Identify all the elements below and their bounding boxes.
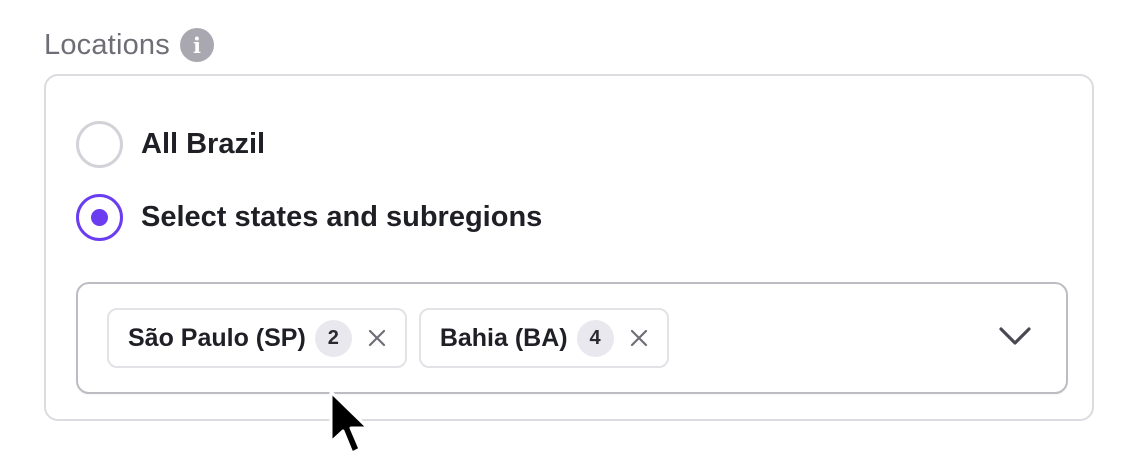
chevron-down-icon[interactable]	[998, 324, 1032, 348]
radio-option-all-brazil[interactable]: All Brazil	[76, 121, 265, 168]
chip-count-badge: 4	[576, 319, 614, 357]
selected-chips: São Paulo (SP) 2 Bahia (BA) 4	[107, 308, 669, 368]
radio-button[interactable]	[76, 121, 123, 168]
chip-label: Bahia (BA)	[439, 323, 568, 352]
radio-button-selected[interactable]	[76, 194, 123, 241]
radio-label: Select states and subregions	[141, 201, 543, 233]
info-icon[interactable]: i	[179, 28, 214, 62]
close-icon[interactable]	[363, 324, 391, 352]
chip-sao-paulo: São Paulo (SP) 2	[107, 308, 407, 368]
locations-header: Locations i	[44, 24, 214, 66]
chip-label: São Paulo (SP)	[128, 323, 306, 352]
states-multiselect[interactable]: São Paulo (SP) 2 Bahia (BA) 4	[76, 282, 1068, 394]
radio-dot	[91, 209, 108, 226]
close-icon[interactable]	[625, 324, 653, 352]
locations-card: All Brazil Select states and subregions …	[44, 74, 1094, 421]
chip-bahia: Bahia (BA) 4	[418, 308, 669, 368]
radio-option-select-states[interactable]: Select states and subregions	[76, 194, 542, 241]
chip-count-badge: 2	[314, 319, 352, 357]
radio-label: All Brazil	[141, 128, 266, 160]
section-title: Locations	[44, 28, 170, 61]
